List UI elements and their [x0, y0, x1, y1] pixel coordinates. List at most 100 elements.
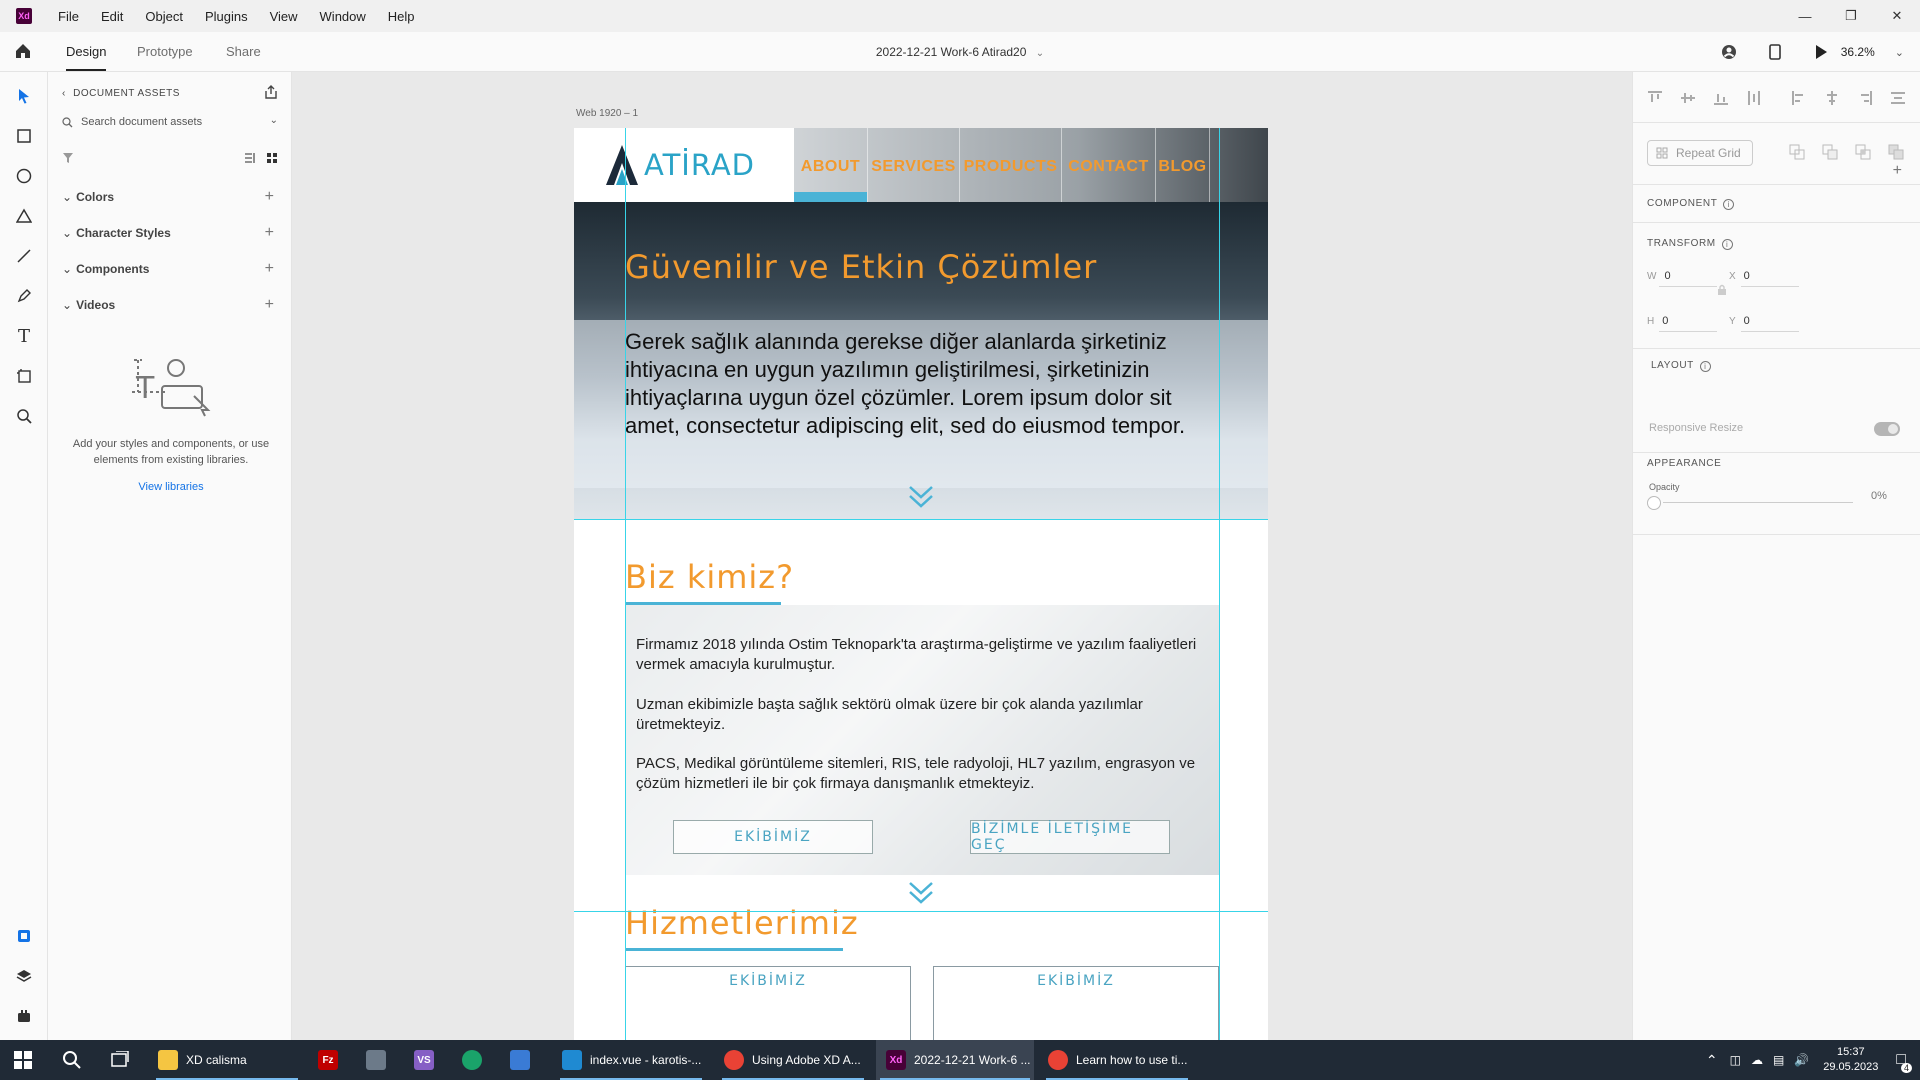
align-center-icon[interactable] [1824, 90, 1840, 106]
taskbar-app-visual-studio[interactable]: VS [414, 1040, 442, 1080]
chevron-down-icon[interactable]: ⌄ [270, 115, 278, 126]
device-icon[interactable]: ◫ [1730, 1053, 1741, 1067]
boolean-intersect-icon[interactable] [1855, 144, 1871, 160]
asset-search-field[interactable]: Search document assets ⌄ [62, 112, 280, 132]
minimize-icon[interactable]: — [1782, 0, 1828, 32]
taskbar-app-chrome[interactable]: Using Adobe XD A... [718, 1040, 868, 1080]
view-libraries-link[interactable]: View libraries [62, 481, 280, 493]
account-icon[interactable] [1719, 42, 1739, 62]
add-component-icon[interactable]: + [1893, 162, 1902, 180]
responsive-resize-toggle[interactable] [1874, 422, 1900, 436]
boolean-exclude-icon[interactable] [1888, 144, 1904, 160]
zoom-dropdown-icon[interactable]: ⌄ [1895, 46, 1904, 59]
select-tool-icon[interactable] [14, 86, 34, 106]
layers-icon[interactable] [14, 966, 34, 986]
hero-title[interactable]: Güvenilir ve Etkin Çözümler [625, 248, 1097, 286]
contact-us-button[interactable]: BİZİMLE İLETİŞİME GEÇ [970, 820, 1170, 854]
mobile-preview-icon[interactable] [1765, 42, 1785, 62]
lock-icon[interactable] [1717, 284, 1727, 296]
export-icon[interactable] [263, 84, 279, 100]
zoom-tool-icon[interactable] [14, 406, 34, 426]
taskbar-app-explorer[interactable]: XD calisma [152, 1040, 302, 1080]
notifications-icon[interactable]: □ 4 [1896, 1051, 1912, 1073]
assets-panel-icon[interactable] [14, 926, 34, 946]
add-component-icon[interactable]: + [265, 260, 274, 278]
ellipse-tool-icon[interactable] [14, 166, 34, 186]
rectangle-tool-icon[interactable] [14, 126, 34, 146]
plugins-icon[interactable] [14, 1006, 34, 1026]
service-card[interactable]: EKİBİMİZ [933, 966, 1219, 1040]
repeat-grid-button[interactable]: Repeat Grid [1647, 140, 1753, 166]
taskbar-app-filezilla[interactable]: Fz [318, 1040, 346, 1080]
x-value[interactable]: 0 [1744, 270, 1750, 282]
artboard-label[interactable]: Web 1920 – 1 [576, 108, 638, 119]
taskbar-clock[interactable]: 15:37 29.05.2023 [1823, 1045, 1878, 1075]
double-chevron-down-icon[interactable] [907, 880, 935, 906]
menu-object[interactable]: Object [145, 9, 183, 24]
close-icon[interactable]: ✕ [1874, 0, 1920, 32]
nav-about[interactable]: ABOUT [794, 128, 868, 202]
network-icon[interactable]: ▤ [1773, 1053, 1784, 1067]
about-paragraph[interactable]: PACS, Medikal görüntüleme sitemleri, RIS… [636, 754, 1206, 794]
document-title-text[interactable]: 2022-12-21 Work-6 Atirad20 [876, 45, 1027, 59]
align-top-icon[interactable] [1647, 90, 1663, 106]
boolean-add-icon[interactable] [1789, 144, 1805, 160]
info-icon[interactable]: i [1723, 199, 1735, 210]
taskbar-app-vscode[interactable]: index.vue - karotis-... [556, 1040, 706, 1080]
taskbar-app-paint[interactable] [366, 1040, 394, 1080]
height-field[interactable]: H0 [1647, 315, 1717, 332]
menu-file[interactable]: File [58, 9, 79, 24]
x-field[interactable]: X0 [1729, 270, 1799, 287]
tab-design[interactable]: Design [66, 44, 107, 71]
distribute-vertical-icon[interactable] [1746, 90, 1762, 106]
y-value[interactable]: 0 [1744, 315, 1750, 327]
align-right-icon[interactable] [1857, 90, 1873, 106]
nav-products[interactable]: PRODUCTS [960, 128, 1062, 202]
nav-blog[interactable]: BLOG [1156, 128, 1210, 202]
add-video-icon[interactable]: + [265, 296, 274, 314]
tab-prototype[interactable]: Prototype [137, 44, 193, 59]
service-card[interactable]: EKİBİMİZ [625, 966, 911, 1040]
artboard[interactable]: ATİRAD ABOUT SERVICES PRODUCTS CONTACT B… [574, 128, 1268, 1040]
tab-share[interactable]: Share [226, 44, 261, 59]
add-character-style-icon[interactable]: + [265, 224, 274, 242]
assets-header[interactable]: ‹ DOCUMENT ASSETS [62, 88, 180, 99]
width-value[interactable]: 0 [1664, 270, 1670, 282]
filter-icon[interactable] [62, 152, 74, 164]
task-view-icon[interactable] [110, 1040, 130, 1080]
about-title[interactable]: Biz kimiz? [625, 558, 794, 596]
align-bottom-icon[interactable] [1713, 90, 1729, 106]
pen-tool-icon[interactable] [14, 286, 34, 306]
zoom-level[interactable]: 36.2% [1841, 45, 1875, 59]
opacity-slider-track[interactable] [1663, 502, 1853, 503]
add-color-icon[interactable]: + [265, 188, 274, 206]
site-header[interactable]: ATİRAD ABOUT SERVICES PRODUCTS CONTACT B… [574, 128, 1268, 202]
info-icon[interactable]: i [1699, 361, 1711, 372]
text-tool-icon[interactable]: T [14, 326, 34, 347]
taskbar-app-edge[interactable] [462, 1040, 490, 1080]
hero-section[interactable]: Güvenilir ve Etkin Çözümler Gerek sağlık… [574, 202, 1268, 519]
chevron-left-icon[interactable]: ‹ [62, 88, 66, 99]
width-field[interactable]: W0 [1647, 270, 1717, 287]
menu-plugins[interactable]: Plugins [205, 9, 248, 24]
chevron-up-icon[interactable]: ⌃ [1706, 1052, 1718, 1069]
polygon-tool-icon[interactable] [14, 206, 34, 226]
info-icon[interactable]: i [1721, 239, 1733, 250]
artboard-tool-icon[interactable] [14, 366, 34, 386]
home-icon[interactable] [14, 42, 32, 60]
restore-icon[interactable]: ❐ [1828, 0, 1874, 32]
taskbar-app-adobe-xd[interactable]: Xd 2022-12-21 Work-6 ... [876, 1040, 1034, 1080]
taskbar-app-chrome[interactable]: Learn how to use ti... [1042, 1040, 1192, 1080]
nav-contact[interactable]: CONTACT [1062, 128, 1156, 202]
play-icon[interactable] [1811, 42, 1831, 62]
double-chevron-down-icon[interactable] [907, 484, 935, 510]
grid-view-icon[interactable] [266, 152, 278, 164]
chevron-down-icon[interactable]: ⌄ [1036, 48, 1044, 59]
search-icon[interactable] [62, 1040, 82, 1080]
taskbar-app-calculator[interactable] [510, 1040, 538, 1080]
team-button[interactable]: EKİBİMİZ [673, 820, 873, 854]
about-paragraph[interactable]: Uzman ekibimizle başta sağlık sektörü ol… [636, 695, 1206, 735]
hero-text[interactable]: Gerek sağlık alanında gerekse diğer alan… [625, 328, 1225, 440]
height-value[interactable]: 0 [1662, 315, 1668, 327]
distribute-horizontal-icon[interactable] [1890, 90, 1906, 106]
